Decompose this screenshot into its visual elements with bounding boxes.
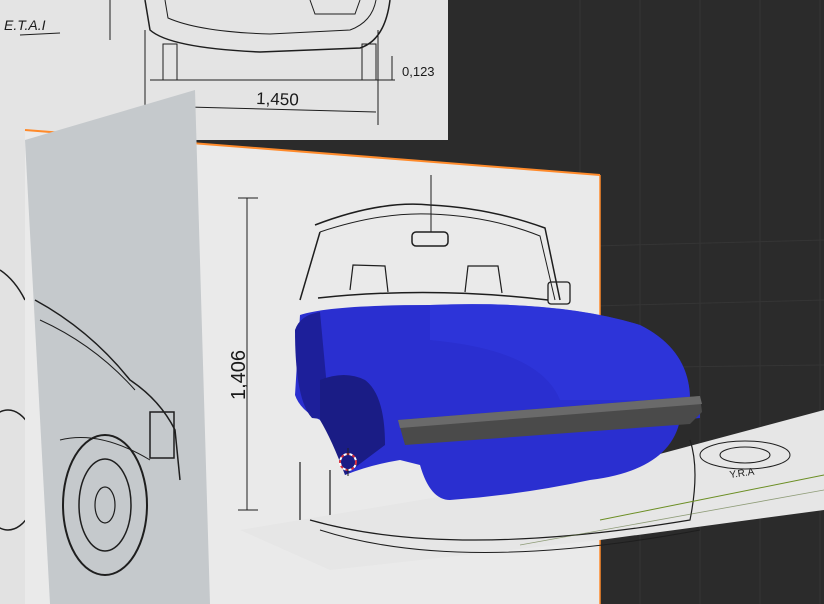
width-dimension-label: 1,450	[256, 89, 299, 109]
corner-label: E.T.A.I	[4, 17, 46, 33]
ground-clearance-label: 0,123	[402, 64, 435, 79]
blueprint-top-plane[interactable]	[0, 0, 448, 140]
blueprint-left-side-plane[interactable]	[25, 90, 210, 604]
3d-viewport[interactable]: 1,450 0,123 E.T.A.I 1,406 Y.R.A	[0, 0, 824, 604]
height-dimension-label: 1,406	[228, 350, 250, 400]
